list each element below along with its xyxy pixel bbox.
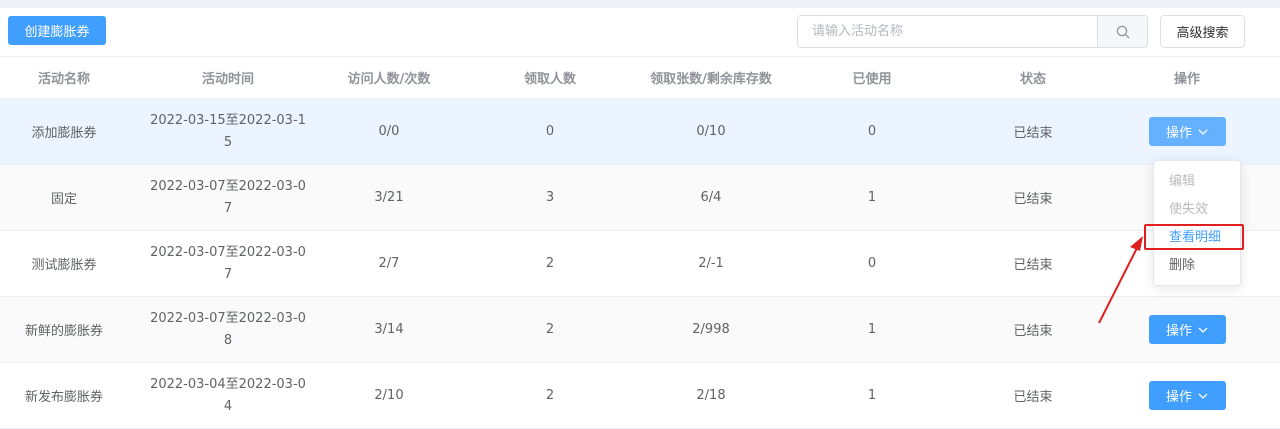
- date-line-2: 4: [223, 398, 233, 414]
- status-cell: 已结束: [1013, 126, 1053, 141]
- operation-dropdown-button[interactable]: 操作: [1148, 381, 1226, 410]
- header-visits: 访问人数/次数: [347, 72, 431, 87]
- top-strip: [0, 0, 1280, 8]
- status-cell: 已结束: [1013, 324, 1053, 339]
- table-header-row: 活动名称 活动时间 访问人数/次数 领取人数 领取张数/剩余库存数 已使用 状态…: [0, 56, 1280, 99]
- header-status: 状态: [1019, 72, 1046, 87]
- activity-name-cell: 添加膨胀券: [31, 126, 97, 141]
- activity-time-cell: 2022-03-15至2022-03-1 5: [128, 99, 328, 164]
- received-cell: 2: [545, 256, 555, 271]
- chevron-down-icon: [1198, 393, 1208, 399]
- date-line-2: 7: [223, 200, 233, 216]
- used-cell: 0: [867, 124, 877, 139]
- status-cell: 已结束: [1013, 192, 1053, 207]
- status-cell: 已结束: [1013, 258, 1053, 273]
- table-row: 新鲜的膨胀券 2022-03-07至2022-03-0 8 3/14 2 2/99…: [0, 297, 1280, 363]
- date-line-1: 2022-03-04至2022-03-0: [150, 376, 306, 392]
- search-icon: [1116, 25, 1129, 38]
- date-line-1: 2022-03-07至2022-03-0: [150, 310, 306, 326]
- date-line-1: 2022-03-15至2022-03-1: [150, 112, 306, 128]
- received-cell: 2: [545, 388, 555, 403]
- received-cell: 3: [545, 190, 555, 205]
- table-row: 固定 2022-03-07至2022-03-0 7 3/21 3 6/4 1 已结…: [0, 165, 1280, 231]
- header-activity-name: 活动名称: [37, 72, 90, 87]
- operation-label: 操作: [1165, 390, 1192, 405]
- table-row: 新发布膨胀券 2022-03-04至2022-03-0 4 2/10 2 2/18…: [0, 363, 1280, 429]
- advanced-search-button[interactable]: 高级搜索: [1160, 15, 1245, 48]
- activity-time-cell: 2022-03-04至2022-03-0 4: [128, 363, 328, 428]
- stock-cell: 6/4: [700, 190, 722, 205]
- create-coupon-button[interactable]: 创建膨胀券: [8, 16, 106, 45]
- activity-name-search-input[interactable]: [798, 16, 1097, 47]
- header-received-stock: 领取张数/剩余库存数: [650, 72, 772, 87]
- received-cell: 0: [545, 124, 555, 139]
- activity-name-cell: 固定: [50, 192, 77, 207]
- used-cell: 0: [867, 256, 877, 271]
- stock-cell: 2/18: [696, 388, 726, 403]
- visits-cell: 2/10: [374, 388, 404, 403]
- operation-label: 操作: [1165, 324, 1192, 339]
- menu-item-edit[interactable]: 编辑: [1169, 172, 1195, 192]
- activity-time-cell: 2022-03-07至2022-03-0 7: [128, 231, 328, 296]
- table-row: 测试膨胀券 2022-03-07至2022-03-0 7 2/7 2 2/-1 0…: [0, 231, 1280, 297]
- activity-time-cell: 2022-03-07至2022-03-0 8: [128, 297, 328, 362]
- operation-label: 操作: [1165, 126, 1192, 141]
- menu-item-invalidate[interactable]: 使失效: [1169, 200, 1208, 220]
- date-line-2: 5: [223, 134, 233, 150]
- actions-cell: 操作: [1094, 363, 1280, 428]
- operation-dropdown-button[interactable]: 操作: [1148, 315, 1226, 344]
- operation-dropdown-menu: 编辑 使失效 查看明细 删除: [1153, 160, 1241, 286]
- used-cell: 1: [867, 190, 877, 205]
- operation-dropdown-button[interactable]: 操作: [1148, 117, 1226, 146]
- stock-cell: 0/10: [696, 124, 726, 139]
- highlight-box: [1144, 224, 1244, 250]
- coupon-table: 活动名称 活动时间 访问人数/次数 领取人数 领取张数/剩余库存数 已使用 状态…: [0, 56, 1280, 429]
- activity-time-cell: 2022-03-07至2022-03-0 7: [128, 165, 328, 230]
- status-cell: 已结束: [1013, 390, 1053, 405]
- header-actions: 操作: [1173, 72, 1200, 87]
- menu-item-delete[interactable]: 删除: [1169, 256, 1195, 276]
- actions-cell: 操作: [1094, 99, 1280, 164]
- received-cell: 2: [545, 322, 555, 337]
- date-line-1: 2022-03-07至2022-03-0: [150, 244, 306, 260]
- activity-name-cell: 新发布膨胀券: [24, 390, 103, 405]
- activity-name-cell: 新鲜的膨胀券: [24, 324, 103, 339]
- header-activity-time: 活动时间: [201, 72, 254, 87]
- header-received-people: 领取人数: [523, 72, 576, 87]
- visits-cell: 3/14: [374, 322, 404, 337]
- stock-cell: 2/998: [692, 322, 730, 337]
- chevron-down-icon: [1198, 129, 1208, 135]
- search-box: [797, 15, 1148, 48]
- activity-name-cell: 测试膨胀券: [31, 258, 97, 273]
- stock-cell: 2/-1: [698, 256, 724, 271]
- date-line-2: 7: [223, 266, 233, 282]
- chevron-down-icon: [1198, 327, 1208, 333]
- table-row: 添加膨胀券 2022-03-15至2022-03-1 5 0/0 0 0/10 0…: [0, 99, 1280, 165]
- used-cell: 1: [867, 388, 877, 403]
- actions-cell: 操作: [1094, 297, 1280, 362]
- used-cell: 1: [867, 322, 877, 337]
- date-line-2: 8: [223, 332, 233, 348]
- date-line-1: 2022-03-07至2022-03-0: [150, 178, 306, 194]
- search-button[interactable]: [1097, 16, 1147, 47]
- visits-cell: 3/21: [374, 190, 404, 205]
- visits-cell: 2/7: [378, 256, 400, 271]
- visits-cell: 0/0: [378, 124, 400, 139]
- header-used: 已使用: [852, 72, 892, 87]
